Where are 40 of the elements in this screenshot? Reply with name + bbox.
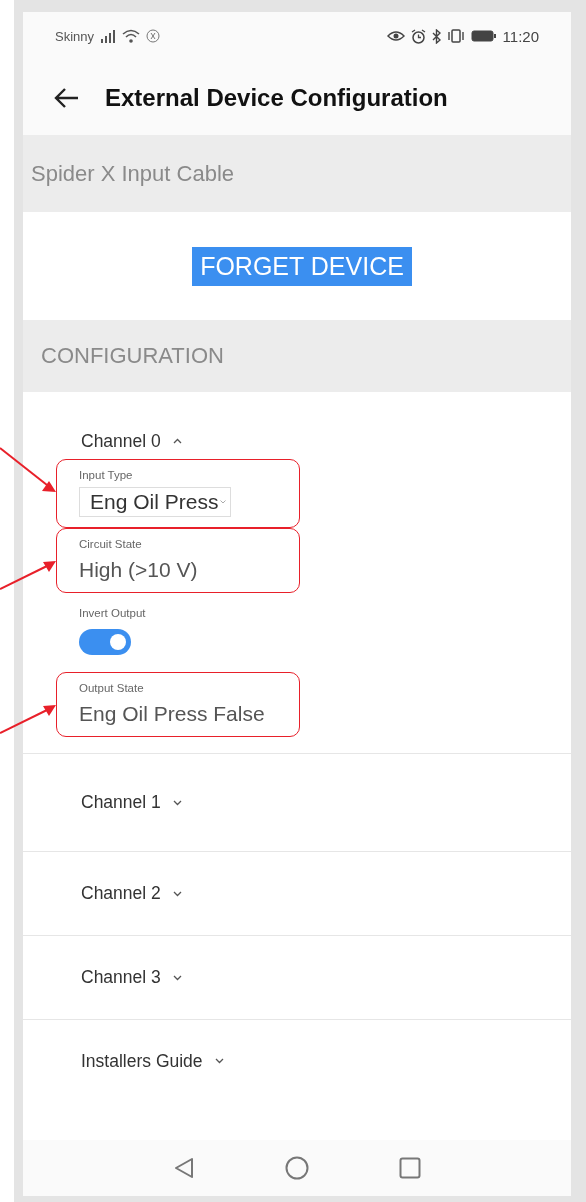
- clock-time: 11:20: [502, 27, 539, 45]
- accordion-label: Channel 2: [81, 883, 161, 904]
- nav-back-button[interactable]: [173, 1157, 195, 1179]
- accordion-header[interactable]: Channel 1: [23, 791, 188, 814]
- accordion-label: Channel 1: [81, 792, 161, 813]
- square-recents-icon: [399, 1157, 421, 1179]
- accordion-label: Channel 3: [81, 967, 161, 988]
- section-title: CONFIGURATION: [41, 343, 224, 369]
- alarm-icon: [410, 28, 426, 44]
- field-label: Output State: [79, 682, 145, 694]
- accordion-header[interactable]: Channel 0: [23, 429, 188, 453]
- caret-icon: [220, 500, 227, 504]
- field-value: Eng Oil Press False: [79, 702, 265, 726]
- field-label: Circuit State: [79, 538, 143, 550]
- accordion-header[interactable]: Channel 2: [23, 882, 188, 905]
- field-label: Invert Output: [79, 607, 147, 619]
- nav-home-button[interactable]: [285, 1156, 309, 1180]
- field-value: High (>10 V): [79, 558, 198, 582]
- triangle-back-icon: [173, 1157, 195, 1179]
- vibrate-icon: [446, 29, 465, 43]
- nav-recents-button[interactable]: [399, 1157, 421, 1179]
- device-name: Spider X Input Cable: [31, 160, 235, 187]
- accordion-label: Channel 0: [81, 430, 161, 452]
- toggle-switch[interactable]: [79, 629, 131, 655]
- battery-icon: [470, 30, 497, 42]
- carrier-name: Skinny: [55, 28, 95, 44]
- nfc-icon: [146, 29, 161, 43]
- wifi-icon: [122, 29, 141, 43]
- accordion-header[interactable]: Channel 3: [23, 966, 188, 989]
- back-arrow-icon: [53, 86, 79, 109]
- signal-icon: [100, 29, 117, 43]
- input-type-dropdown[interactable]: Eng Oil Press: [79, 487, 232, 517]
- eye-icon: [386, 30, 405, 42]
- page-title: External Device Configuration: [105, 83, 448, 112]
- back-button[interactable]: [53, 86, 79, 109]
- bluetooth-icon: [431, 28, 441, 44]
- field-label: Input Type: [79, 469, 134, 481]
- accordion-header[interactable]: Installers Guide: [23, 1049, 230, 1073]
- accordion-label: Installers Guide: [81, 1050, 203, 1072]
- home-circle-icon: [285, 1156, 309, 1180]
